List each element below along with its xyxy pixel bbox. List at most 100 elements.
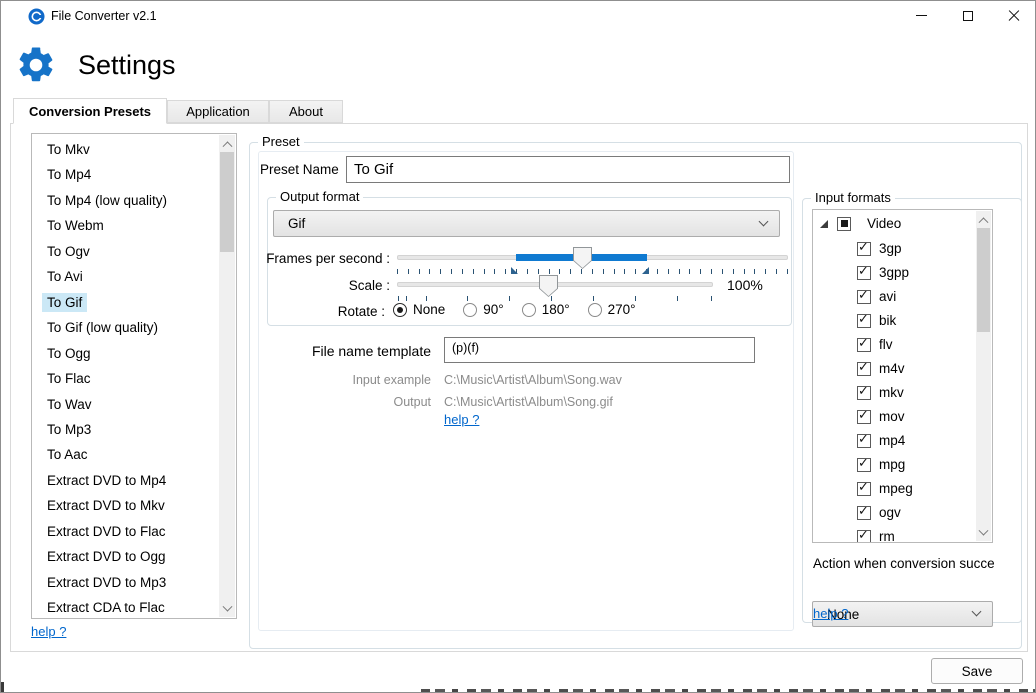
preset-list-item[interactable]: Extract DVD to Ogg [32, 545, 218, 568]
format-tree-item[interactable]: ✓ mpeg [857, 481, 913, 496]
input-formats-help-link[interactable]: help ? [813, 606, 848, 621]
format-label: bik [879, 313, 896, 328]
preset-list-item[interactable]: Extract DVD to Mp3 [32, 571, 218, 594]
rotate-option[interactable]: 90° [463, 302, 503, 317]
save-button-label: Save [962, 664, 993, 679]
tree-root-label: Video [867, 216, 901, 231]
format-checkbox[interactable]: ✓ [857, 458, 871, 472]
minimize-button[interactable] [898, 1, 944, 30]
format-tree-item[interactable]: ✓mp4 [857, 433, 905, 448]
format-checkbox[interactable]: ✓ [857, 362, 871, 376]
tick-mark [559, 269, 560, 274]
checkmark-icon: ✓ [858, 384, 869, 399]
preset-group-label: Preset [258, 134, 304, 149]
format-tree-item[interactable]: ✓avi [857, 289, 896, 304]
preset-list-item[interactable]: Extract DVD to Mp4 [32, 469, 218, 492]
preset-list-item[interactable]: To Avi [32, 265, 218, 288]
preset-list-item[interactable]: To Ogv [32, 240, 218, 263]
format-label: mpg [879, 457, 905, 472]
close-button[interactable] [991, 1, 1036, 30]
preset-list-help-link[interactable]: help ? [31, 624, 66, 639]
scroll-down-icon[interactable] [976, 525, 991, 541]
preset-list-item-label: To Flac [42, 369, 96, 388]
format-label: mpeg [879, 481, 913, 496]
format-tree-item[interactable]: ✓3gpp [857, 265, 909, 280]
preset-list-item[interactable]: To Ogg [32, 342, 218, 365]
save-button[interactable]: Save [931, 658, 1023, 684]
format-tree-item[interactable]: ✓m4v [857, 361, 905, 376]
gear-icon [15, 44, 57, 86]
format-checkbox[interactable]: ✓ [857, 290, 871, 304]
rotate-option-label: None [413, 302, 445, 317]
format-tree-item[interactable]: ✓ mov [857, 409, 905, 424]
tab-about[interactable]: About [269, 100, 343, 123]
tree-root-row[interactable]: Video [820, 216, 901, 231]
tick-mark [603, 269, 604, 274]
format-checkbox[interactable]: ✓ [857, 314, 871, 328]
preset-list-item[interactable]: To Mp3 [32, 418, 218, 441]
preset-list-item[interactable]: To Wav [32, 393, 218, 416]
preset-list-item-label: To Gif [42, 293, 87, 312]
scroll-down-icon[interactable] [219, 601, 235, 617]
scroll-up-icon[interactable] [219, 135, 235, 151]
scroll-up-icon[interactable] [976, 211, 991, 227]
format-tree-item[interactable]: ✓flv [857, 337, 893, 352]
tab-application[interactable]: Application [167, 100, 269, 123]
preset-list-scrollbar[interactable] [219, 135, 235, 617]
format-checkbox[interactable]: ✓ [857, 338, 871, 352]
format-checkbox[interactable]: ✓ [857, 386, 871, 400]
preset-list-item[interactable]: To Mp4 (low quality) [32, 189, 218, 212]
rotate-option[interactable]: 270° [588, 302, 636, 317]
format-tree-item[interactable]: ✓ mpg [857, 457, 905, 472]
format-checkbox[interactable]: ✓ [857, 242, 871, 256]
preset-list-item[interactable]: To Mkv [32, 138, 218, 161]
app-window: File Converter v2.1 Settings Conversion … [0, 0, 1036, 693]
preset-list-item[interactable]: Extract DVD to Mkv [32, 494, 218, 517]
tab-label: Conversion Presets [29, 104, 151, 119]
preset-list-item-label: To Aac [42, 445, 93, 464]
tick-mark [711, 296, 712, 301]
preset-list-item[interactable]: Extract DVD to Flac [32, 520, 218, 543]
format-checkbox[interactable]: ✓ [857, 266, 871, 280]
preset-list-item[interactable]: To Webm [32, 214, 218, 237]
rotate-option[interactable]: None [393, 302, 445, 317]
format-checkbox[interactable]: ✓ [857, 434, 871, 448]
format-tree-item[interactable]: ✓mkv [857, 385, 904, 400]
format-checkbox[interactable]: ✓ [857, 482, 871, 496]
scrollbar-thumb[interactable] [977, 228, 990, 332]
checkmark-icon: ✓ [858, 288, 869, 303]
scale-label: Scale : [301, 278, 390, 293]
tab-conversion-presets[interactable]: Conversion Presets [13, 98, 167, 124]
file-name-template-input[interactable]: (p)(f) [444, 337, 755, 363]
format-checkbox[interactable]: ✓ [857, 506, 871, 520]
preset-list-item[interactable]: To Aac [32, 443, 218, 466]
tick-mark [668, 269, 669, 274]
fps-slider-thumb[interactable] [573, 247, 592, 269]
video-checkbox[interactable] [837, 217, 851, 231]
preset-list-item-label: To Mkv [42, 140, 95, 159]
scrollbar-thumb[interactable] [220, 152, 234, 252]
preset-list-item[interactable]: To Gif [32, 291, 218, 314]
expander-icon[interactable] [820, 220, 828, 228]
file-name-help-link[interactable]: help ? [444, 412, 479, 427]
format-checkbox[interactable]: ✓ [857, 530, 871, 544]
preset-list-item[interactable]: To Gif (low quality) [32, 316, 218, 339]
maximize-button[interactable] [945, 1, 991, 30]
preset-list-item[interactable]: To Flac [32, 367, 218, 390]
preset-list-item[interactable]: Extract CDA to Flac [32, 596, 218, 619]
rotate-option[interactable]: 180° [522, 302, 570, 317]
scale-slider-thumb[interactable] [539, 275, 558, 297]
preset-name-label: Preset Name [260, 162, 339, 177]
preset-list-item[interactable]: To Mp4 [32, 163, 218, 186]
tick-mark [462, 269, 463, 274]
tree-scrollbar[interactable] [976, 211, 991, 541]
format-tree-item[interactable]: ✓3gp [857, 241, 902, 256]
tick-mark [494, 269, 495, 274]
preset-name-input[interactable]: To Gif [346, 156, 790, 183]
format-tree-item[interactable]: ✓rm [857, 529, 895, 543]
format-tree-item[interactable]: ✓ bik [857, 313, 896, 328]
format-label: mov [879, 409, 905, 424]
output-format-select[interactable]: Gif [273, 210, 780, 237]
format-checkbox[interactable]: ✓ [857, 410, 871, 424]
format-tree-item[interactable]: ✓ogv [857, 505, 901, 520]
